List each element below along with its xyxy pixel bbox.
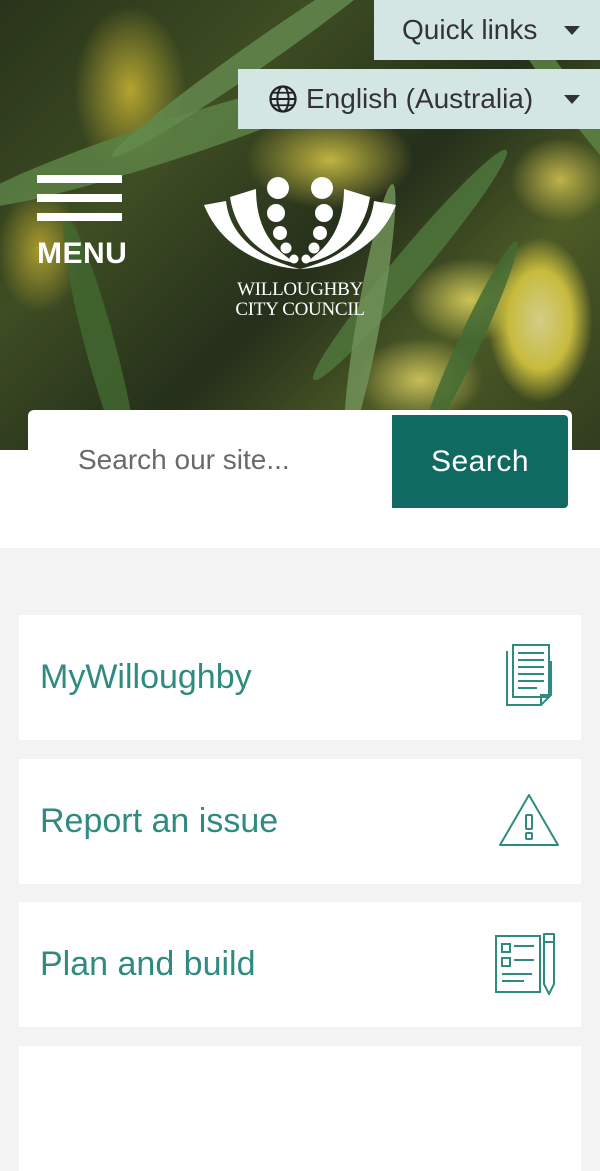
language-label: English (Australia) bbox=[306, 83, 534, 114]
hamburger-icon-bar bbox=[37, 213, 122, 221]
card-report-an-issue[interactable]: Report an issue bbox=[19, 759, 581, 884]
quick-links-dropdown[interactable]: Quick links bbox=[374, 0, 600, 60]
card-plan-and-build[interactable]: Plan and build bbox=[19, 902, 581, 1027]
card-label: Report an issue bbox=[40, 802, 279, 840]
search-button[interactable]: Search bbox=[392, 415, 568, 508]
menu-button[interactable]: MENU bbox=[37, 175, 127, 275]
search-input[interactable] bbox=[56, 410, 416, 510]
logo-text-line2: CITY COUNCIL bbox=[235, 299, 365, 320]
plan-form-pencil-icon bbox=[495, 933, 555, 995]
warning-icon bbox=[499, 794, 559, 846]
quick-links-label: Quick links bbox=[402, 14, 538, 45]
council-logo[interactable]: WILLOUGHBY CITY COUNCIL bbox=[200, 175, 400, 325]
language-selector[interactable]: English (Australia) bbox=[238, 69, 600, 129]
hamburger-icon bbox=[37, 175, 122, 183]
hamburger-icon-bar bbox=[37, 194, 122, 202]
menu-label: MENU bbox=[37, 237, 128, 270]
document-icon bbox=[506, 644, 552, 706]
chevron-down-icon bbox=[564, 26, 580, 35]
card-label: Plan and build bbox=[40, 945, 256, 983]
card-label: MyWilloughby bbox=[40, 658, 252, 696]
logo-emblem-icon bbox=[204, 177, 396, 269]
card-mywilloughby[interactable]: MyWilloughby bbox=[19, 615, 581, 740]
logo-text-line1: WILLOUGHBY bbox=[237, 279, 363, 300]
chevron-down-icon bbox=[564, 95, 580, 104]
globe-icon bbox=[269, 85, 297, 113]
